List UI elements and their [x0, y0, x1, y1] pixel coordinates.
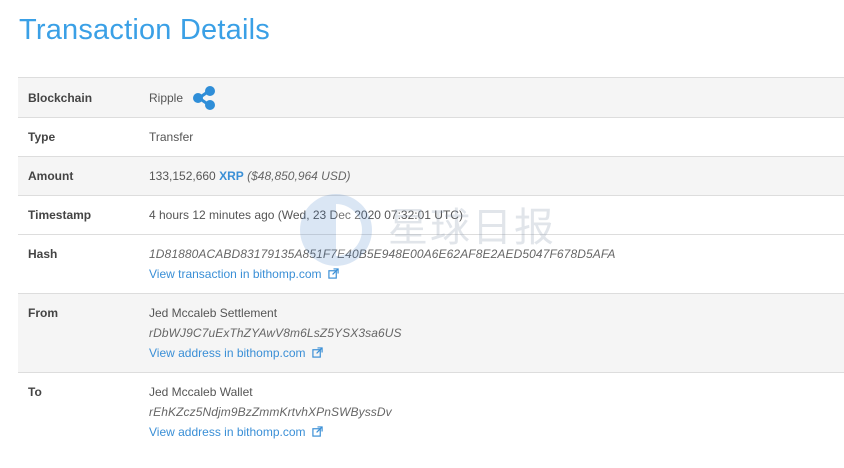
to-address: rEhKZcz5Ndjm9BzZmmKrtvhXPnSWByssDv: [149, 405, 392, 419]
row-type: Type Transfer: [18, 118, 844, 157]
view-to-address-link[interactable]: View address in bithomp.com: [149, 425, 306, 439]
transaction-details-table: Blockchain Ripple Type Transfer Amount 1…: [18, 77, 844, 452]
watermark-text: 星球日报: [388, 205, 556, 251]
label-timestamp: Timestamp: [28, 208, 92, 222]
to-name: Jed Mccaleb Wallet: [149, 385, 253, 399]
row-blockchain: Blockchain Ripple: [18, 78, 844, 118]
value-amount: 133,152,660 XRP ($48,850,964 USD): [149, 169, 351, 183]
from-address: rDbWJ9C7uExThZYAwV8m6LsZ5YSX3sa6US: [149, 326, 402, 340]
label-blockchain: Blockchain: [28, 90, 93, 105]
amount-currency: XRP: [219, 169, 244, 183]
value-blockchain: Ripple: [149, 85, 217, 111]
row-amount: Amount 133,152,660 XRP ($48,850,964 USD): [18, 157, 844, 196]
amount-usd: ($48,850,964 USD): [247, 169, 351, 183]
view-transaction-link[interactable]: View transaction in bithomp.com: [149, 267, 322, 281]
label-type: Type: [28, 130, 56, 144]
row-from: From Jed Mccaleb Settlement rDbWJ9C7uExT…: [18, 294, 844, 373]
amount-value: 133,152,660: [149, 169, 216, 183]
blockchain-name: Ripple: [149, 90, 184, 105]
external-link-icon: [312, 426, 323, 437]
label-to: To: [28, 385, 42, 399]
label-amount: Amount: [28, 169, 74, 183]
view-from-address-link[interactable]: View address in bithomp.com: [149, 346, 306, 360]
value-type: Transfer: [149, 130, 194, 144]
row-to: To Jed Mccaleb Wallet rEhKZcz5Ndjm9BzZmm…: [18, 373, 844, 452]
label-from: From: [28, 306, 58, 320]
from-name: Jed Mccaleb Settlement: [149, 306, 278, 320]
value-to: Jed Mccaleb Wallet rEhKZcz5Ndjm9BzZmmKrt…: [149, 382, 392, 452]
page-title: Transaction Details: [19, 14, 270, 46]
ripple-logo-icon: [193, 85, 216, 110]
label-hash: Hash: [28, 247, 58, 261]
external-link-icon: [312, 347, 323, 358]
value-from: Jed Mccaleb Settlement rDbWJ9C7uExThZYAw…: [149, 303, 402, 372]
external-link-icon: [328, 268, 339, 279]
